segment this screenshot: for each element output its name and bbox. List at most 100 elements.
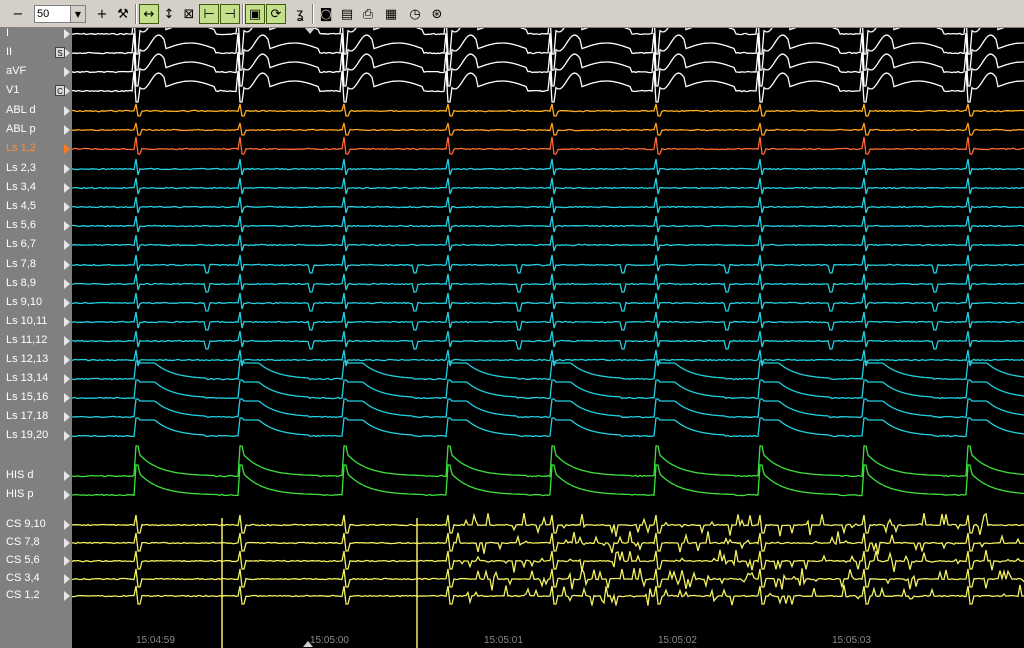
camera-button[interactable]: ◙ xyxy=(316,4,336,24)
channel-arrow-icon[interactable] xyxy=(64,67,70,77)
print-preview-button[interactable]: ▤ xyxy=(337,4,357,24)
channel-badge: C xyxy=(55,85,65,96)
channel-arrow-icon[interactable] xyxy=(64,298,70,308)
printer-icon: ⎙ xyxy=(362,6,374,22)
channel-arrow-icon[interactable] xyxy=(64,202,70,212)
channel-label[interactable]: II xyxy=(6,46,12,59)
signal-trace xyxy=(72,177,1024,195)
channel-label[interactable]: HIS d xyxy=(6,469,34,482)
channel-arrow-icon[interactable] xyxy=(64,556,70,566)
channel-label[interactable]: Ls 6,7 xyxy=(6,238,36,251)
channel-arrow-icon[interactable] xyxy=(64,221,70,231)
channel-label[interactable]: I xyxy=(6,27,9,40)
signal-trace xyxy=(72,103,1024,117)
channel-label[interactable]: CS 3,4 xyxy=(6,572,40,585)
channel-arrow-icon[interactable] xyxy=(64,240,70,250)
zoom-out-button[interactable]: − xyxy=(8,4,28,24)
timer-button[interactable]: ⊛ xyxy=(427,4,447,24)
channel-arrow-icon[interactable] xyxy=(64,574,70,584)
channel-label[interactable]: Ls 17,18 xyxy=(6,410,48,423)
channel-arrow-icon[interactable] xyxy=(64,520,70,530)
channel-label[interactable]: HIS p xyxy=(6,488,34,501)
lock-left-button[interactable]: ⊢ xyxy=(199,4,219,24)
channel-arrow-icon[interactable] xyxy=(64,538,70,548)
lock-right-button[interactable]: ⊣ xyxy=(220,4,240,24)
channel-arrow-icon[interactable] xyxy=(64,29,70,39)
refresh-button[interactable]: ⟳ xyxy=(266,4,286,24)
channel-label[interactable]: Ls 2,3 xyxy=(6,162,36,175)
channel-arrow-icon[interactable] xyxy=(64,355,70,365)
signal-trace xyxy=(72,445,1024,478)
channel-label[interactable]: Ls 13,14 xyxy=(6,372,48,385)
channel-arrow-icon[interactable] xyxy=(64,490,70,500)
signal-trace xyxy=(72,32,1024,71)
minus-icon: − xyxy=(12,6,24,22)
channel-label[interactable]: Ls 1,2 xyxy=(6,142,36,155)
lock-left-icon: ⊢ xyxy=(203,6,215,22)
channel-label[interactable]: Ls 19,20 xyxy=(6,429,48,442)
table-button[interactable]: ▦ xyxy=(381,4,401,24)
channel-label[interactable]: Ls 9,10 xyxy=(6,296,42,309)
channel-arrow-icon[interactable] xyxy=(64,183,70,193)
print-button[interactable]: ⎙ xyxy=(358,4,378,24)
channel-arrow-icon[interactable] xyxy=(64,144,70,154)
time-tick-label: 15:04:59 xyxy=(136,635,175,646)
channel-arrow-icon[interactable] xyxy=(64,431,70,441)
channel-label[interactable]: CS 9,10 xyxy=(6,518,46,531)
channel-label[interactable]: Ls 4,5 xyxy=(6,200,36,213)
channel-arrow-icon[interactable] xyxy=(64,125,70,135)
cursor-marker-top[interactable] xyxy=(305,28,315,34)
channel-arrow-icon[interactable] xyxy=(64,374,70,384)
signal-trace xyxy=(72,215,1024,233)
print-preview-icon: ▤ xyxy=(340,6,354,22)
monitor-icon: ▣ xyxy=(248,6,262,22)
channel-arrow-icon[interactable] xyxy=(64,336,70,346)
time-tick-label: 15:05:00 xyxy=(310,635,349,646)
channel-arrow-icon[interactable] xyxy=(64,591,70,601)
channel-label[interactable]: Ls 10,11 xyxy=(6,315,47,328)
signal-trace xyxy=(72,273,1024,293)
timeline-scroll-handle[interactable] xyxy=(303,641,313,647)
channel-arrow-icon[interactable] xyxy=(64,279,70,289)
tools-button[interactable]: ⚒ xyxy=(113,4,133,24)
fit-horizontal-button[interactable]: ↔ xyxy=(139,4,159,24)
zoom-in-button[interactable]: + xyxy=(92,4,112,24)
monitor-button[interactable]: ▣ xyxy=(245,4,265,24)
channel-arrow-icon[interactable] xyxy=(64,412,70,422)
channel-arrow-icon[interactable] xyxy=(64,106,70,116)
channel-label[interactable]: CS 5,6 xyxy=(6,554,40,567)
signal-trace xyxy=(72,330,1024,350)
channel-label[interactable]: Ls 8,9 xyxy=(6,277,36,290)
clear-button[interactable]: ⊠ xyxy=(179,4,199,24)
channel-label[interactable]: CS 7,8 xyxy=(6,536,40,549)
chevron-down-icon[interactable]: ▼ xyxy=(70,6,85,22)
channel-arrow-icon[interactable] xyxy=(64,471,70,481)
channel-arrow-icon[interactable] xyxy=(64,393,70,403)
channel-label[interactable]: ABL d xyxy=(6,104,36,117)
clock-button[interactable]: ◷ xyxy=(405,4,425,24)
toolbar: − ▼ + ⚒ ↔ ↕ ⊠ ⊢ ⊣ ▣ ⟳ ʓ ◙ ▤ ⎙ ▦ ◷ ⊛ xyxy=(0,0,1024,28)
signal-trace xyxy=(72,292,1024,312)
fit-vertical-button[interactable]: ↕ xyxy=(159,4,179,24)
channel-label[interactable]: Ls 7,8 xyxy=(6,258,36,271)
signal-trace xyxy=(72,379,1024,400)
zoom-combo[interactable]: ▼ xyxy=(34,5,86,23)
channel-label[interactable]: V1 xyxy=(6,84,19,97)
channel-label[interactable]: Ls 3,4 xyxy=(6,181,36,194)
channel-label[interactable]: CS 1,2 xyxy=(6,589,40,602)
channel-label[interactable]: aVF xyxy=(6,65,26,78)
channel-label[interactable]: Ls 11,12 xyxy=(6,334,47,347)
channel-label[interactable]: Ls 15,16 xyxy=(6,391,48,404)
toolbar-separator xyxy=(312,4,314,24)
signal-trace xyxy=(72,398,1024,419)
channel-arrow-icon[interactable] xyxy=(64,317,70,327)
channel-label[interactable]: Ls 5,6 xyxy=(6,219,36,232)
camera-icon: ◙ xyxy=(319,6,333,22)
channel-arrow-icon[interactable] xyxy=(64,260,70,270)
channel-arrow-icon[interactable] xyxy=(64,164,70,174)
channel-label[interactable]: ABL p xyxy=(6,123,36,136)
channel-label[interactable]: Ls 12,13 xyxy=(6,353,48,366)
wave-select-button[interactable]: ʓ xyxy=(290,4,310,24)
zoom-input[interactable] xyxy=(37,7,71,21)
signal-trace xyxy=(72,417,1024,438)
